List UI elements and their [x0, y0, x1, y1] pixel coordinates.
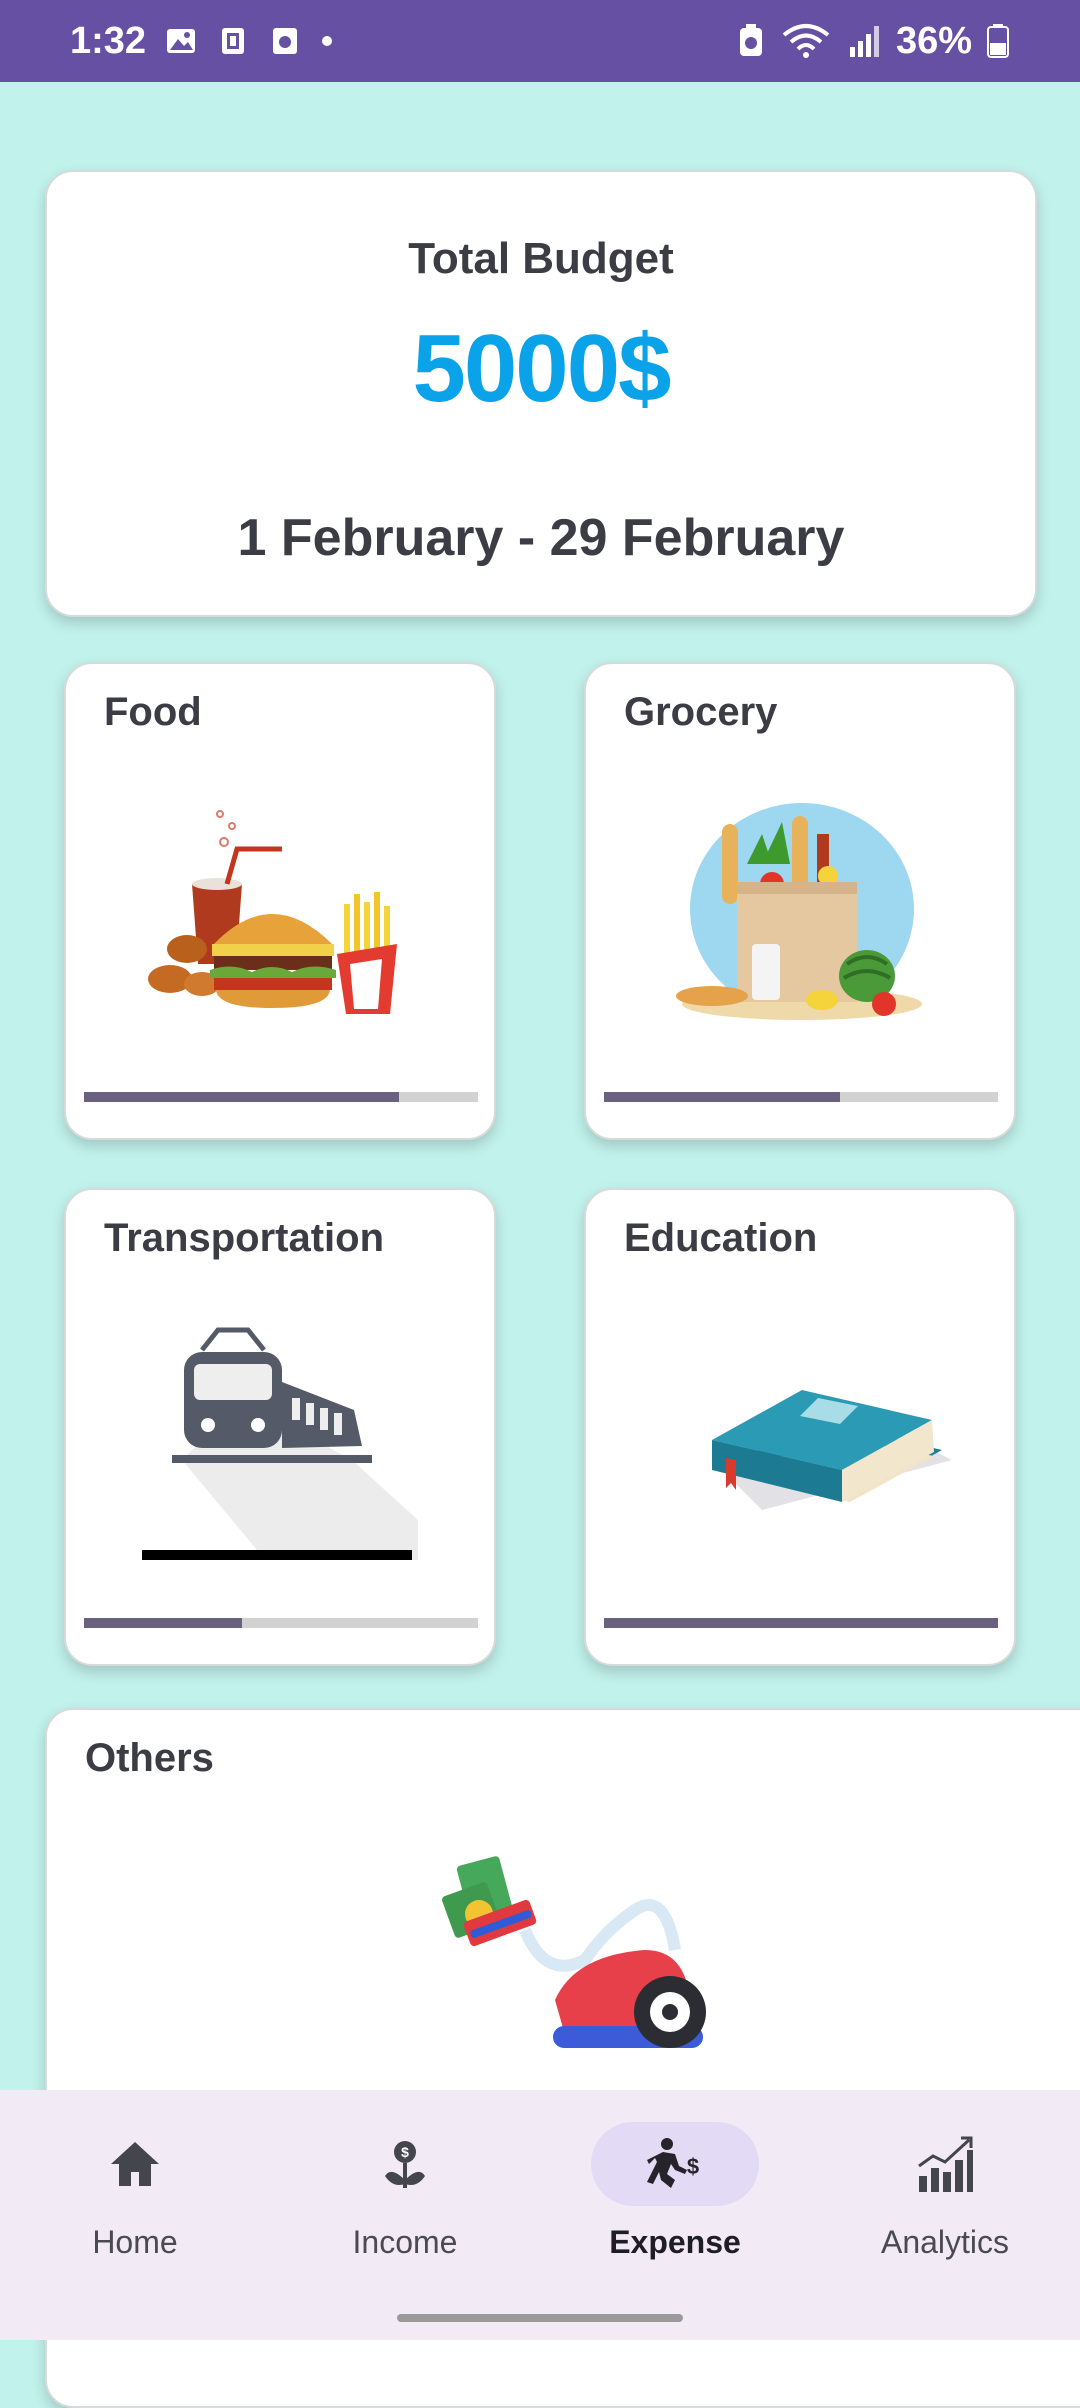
battery-saver-icon [739, 24, 762, 56]
gesture-home-bar[interactable] [397, 2314, 683, 2322]
wifi-icon [782, 24, 830, 58]
nav-home[interactable]: Home [20, 2122, 250, 2261]
nav-expense[interactable]: $ Expense [560, 2122, 790, 2261]
income-icon: $ [385, 2141, 425, 2188]
svg-text:$: $ [401, 2144, 409, 2160]
vacuum-money-illustration [442, 1856, 706, 2048]
bottom-navigation: Home $ Income $ Expense Analytics [0, 2090, 1080, 2340]
svg-text:$: $ [687, 2154, 699, 2179]
nav-expense-label: Expense [609, 2224, 741, 2260]
nav-analytics-label: Analytics [880, 2224, 1010, 2260]
fast-food-illustration [148, 810, 397, 1014]
category-label: Grocery [624, 690, 778, 734]
nav-home-label: Home [92, 2224, 178, 2260]
category-label: Food [104, 690, 202, 734]
category-progress [604, 1618, 998, 1628]
nav-analytics[interactable]: Analytics [830, 2122, 1060, 2261]
category-progress [84, 1092, 478, 1102]
category-progress [84, 1618, 478, 1628]
category-label: Transportation [104, 1216, 385, 1260]
train-illustration [142, 1327, 418, 1560]
gallery-notification-icon [167, 29, 196, 53]
budget-date-range: 1 February - 29 February [237, 509, 845, 567]
book-illustration [712, 1390, 952, 1510]
category-card-education[interactable]: Education [584, 1188, 1016, 1666]
device-notification-icon [222, 28, 245, 54]
total-budget-title: Total Budget [408, 234, 674, 283]
grocery-bag-illustration [676, 803, 922, 1020]
home-icon [111, 2142, 159, 2186]
category-label: Others [85, 1736, 214, 1780]
dot-icon [322, 36, 333, 46]
battery-icon [987, 24, 1009, 58]
total-budget-card: Total Budget 5000$ 1 February - 29 Febru… [45, 170, 1037, 617]
status-time: 1:32 [70, 19, 147, 62]
status-bar: 1:32 36% [0, 0, 1080, 82]
app-notification-icon [273, 28, 298, 54]
analytics-icon [918, 2136, 973, 2192]
category-card-food[interactable]: Food [64, 662, 496, 1140]
category-card-transportation[interactable]: Transportation [64, 1188, 496, 1666]
category-card-grocery[interactable]: Grocery [584, 662, 1016, 1140]
category-progress [604, 1092, 998, 1102]
category-label: Education [624, 1216, 818, 1260]
nav-income-label: Income [352, 2224, 458, 2260]
signal-icon [849, 26, 879, 57]
nav-income[interactable]: $ Income [290, 2122, 520, 2261]
battery-percent: 36% [895, 19, 972, 62]
total-budget-amount: 5000$ [412, 315, 672, 422]
expense-icon: $ [647, 2138, 699, 2188]
